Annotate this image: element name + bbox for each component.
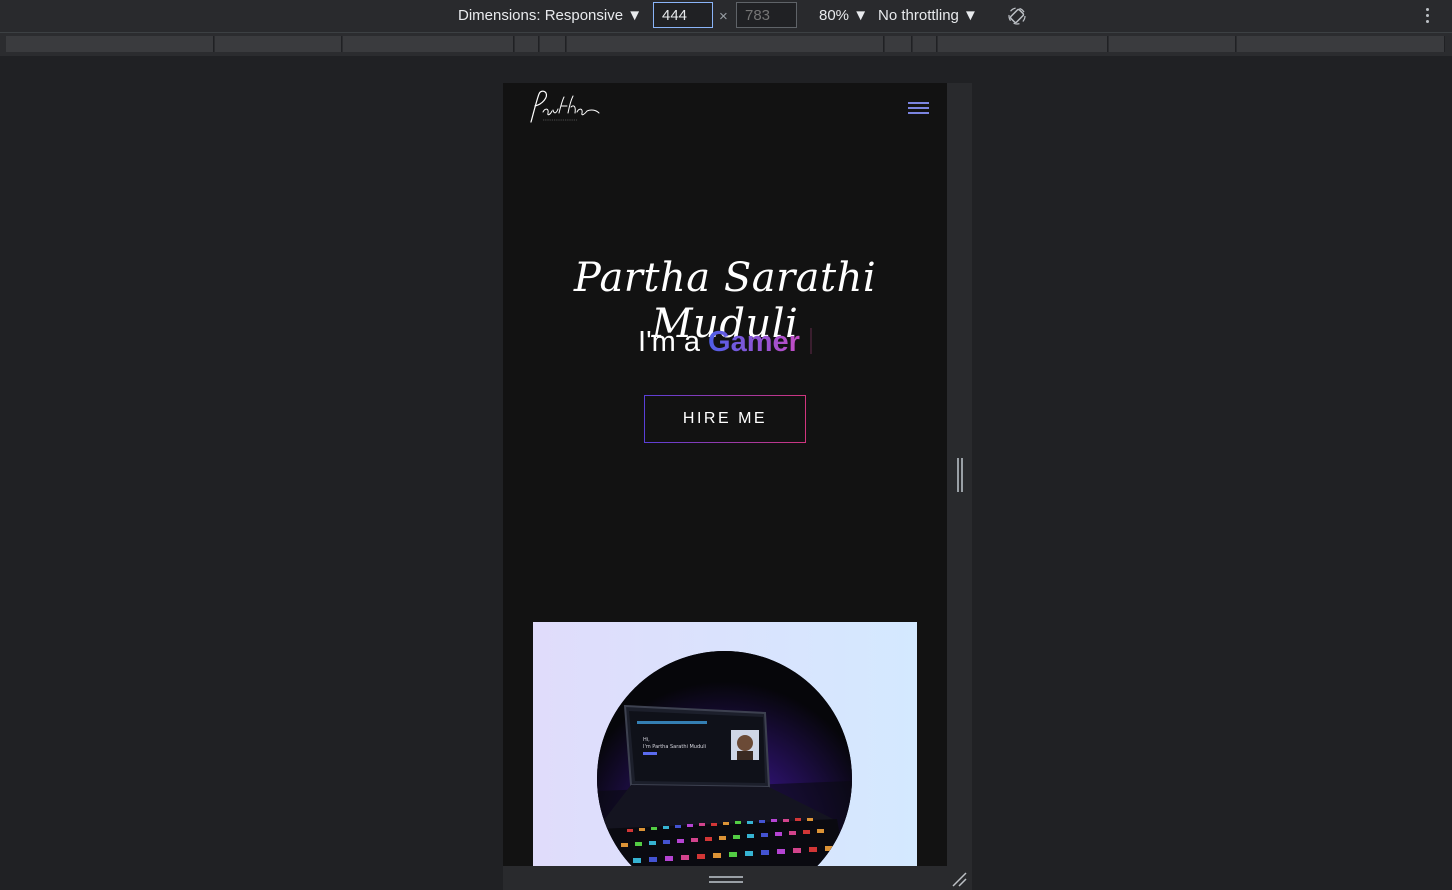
site-logo[interactable] [525,89,605,129]
hire-me-label: HIRE ME [645,396,805,442]
height-resize-handle[interactable] [709,876,743,884]
corner-resize-handle[interactable] [950,870,968,888]
width-input[interactable] [653,2,713,28]
role-prefix: I'm a [638,326,709,358]
laptop-photo: Hi, I'm Partha Sarathi Muduli [597,651,852,866]
menu-icon[interactable] [908,102,930,116]
height-input[interactable] [736,2,797,28]
zoom-dropdown[interactable]: 80% ▼ [819,7,868,24]
media-query-bar[interactable] [0,33,1452,56]
role-highlight: Gamer [708,326,800,358]
hire-me-button[interactable]: HIRE ME [644,395,806,443]
throttling-dropdown[interactable]: No throttling ▼ [878,7,978,24]
rotate-icon[interactable] [1008,7,1026,25]
typing-caret [809,328,812,354]
more-vert-icon[interactable] [1422,5,1432,27]
device-toolbar: Dimensions: Responsive ▼ × 80% ▼ No thro… [0,0,1452,33]
width-resize-handle[interactable] [957,458,963,492]
page-viewport: Partha Sarathi Muduli I'm a Gamer HIRE M… [503,83,947,866]
dimension-separator: × [719,8,728,25]
svg-text:Hi,: Hi, [643,737,650,743]
dimensions-dropdown[interactable]: Dimensions: Responsive ▼ [458,7,642,24]
svg-text:I'm Partha Sarathi Muduli: I'm Partha Sarathi Muduli [643,744,706,750]
about-photo-card: Hi, I'm Partha Sarathi Muduli [533,622,917,866]
hero-role: I'm a Gamer [503,326,947,359]
